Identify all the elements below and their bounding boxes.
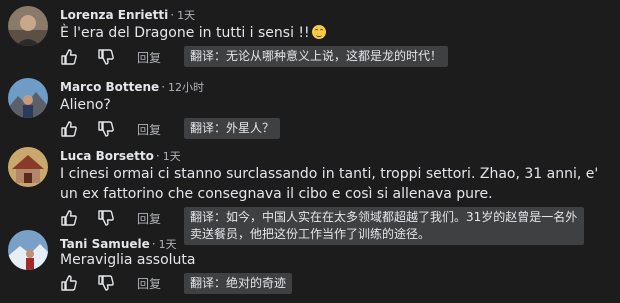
reply-button[interactable]: 回复 (137, 210, 161, 227)
comment-text: È l'era del Dragone in tutti i sensi !! (60, 25, 310, 41)
author-name[interactable]: Lorenza Enrietti (60, 8, 168, 22)
timestamp[interactable]: 1天 (163, 150, 181, 163)
avatar[interactable] (8, 147, 48, 187)
reply-button[interactable]: 回复 (137, 121, 161, 138)
reply-button[interactable]: 回复 (137, 275, 161, 292)
thumbs-down-icon[interactable] (97, 274, 115, 292)
timestamp[interactable]: 1天 (177, 9, 195, 22)
thumbs-up-icon[interactable] (60, 274, 78, 292)
translation-box: 翻译：无论从哪种意义上说，这都是龙的时代！ (184, 46, 449, 67)
comment-text: Meraviglia assoluta (60, 252, 196, 268)
timestamp[interactable]: 12小时 (168, 81, 204, 94)
separator-dot: · (155, 149, 160, 163)
separator-dot: · (170, 8, 175, 22)
separator-dot: · (151, 237, 156, 251)
author-name[interactable]: Tani Samuele (60, 237, 150, 251)
translation-box: 翻译：绝对的奇迹 (184, 273, 293, 294)
grinning-squinting-face-emoji (311, 25, 326, 39)
thumbs-up-icon[interactable] (60, 209, 78, 227)
avatar[interactable] (8, 78, 48, 118)
comment-text-wrap: È l'era del Dragone in tutti i sensi !! (60, 23, 605, 43)
translation-box: 翻译：外星人？ (184, 118, 281, 139)
author-name[interactable]: Luca Borsetto (60, 149, 154, 163)
comment-text: Alieno? (60, 97, 111, 113)
separator-dot: · (161, 80, 166, 94)
thumbs-up-icon[interactable] (60, 120, 78, 138)
thumbs-up-icon[interactable] (60, 48, 78, 66)
avatar[interactable] (8, 6, 48, 46)
thumbs-down-icon[interactable] (97, 48, 115, 66)
author-name[interactable]: Marco Bottene (60, 80, 159, 94)
reply-button[interactable]: 回复 (137, 49, 161, 66)
avatar[interactable] (8, 230, 48, 270)
thumbs-down-icon[interactable] (97, 209, 115, 227)
translation-box: 翻译：如今，中国人实在在太多领域都超越了我们。31岁的赵曾是一名外卖送餐员，他把… (184, 207, 584, 245)
comment-text: I cinesi ormai ci stanno surclassando in… (60, 166, 599, 202)
thumbs-down-icon[interactable] (97, 120, 115, 138)
